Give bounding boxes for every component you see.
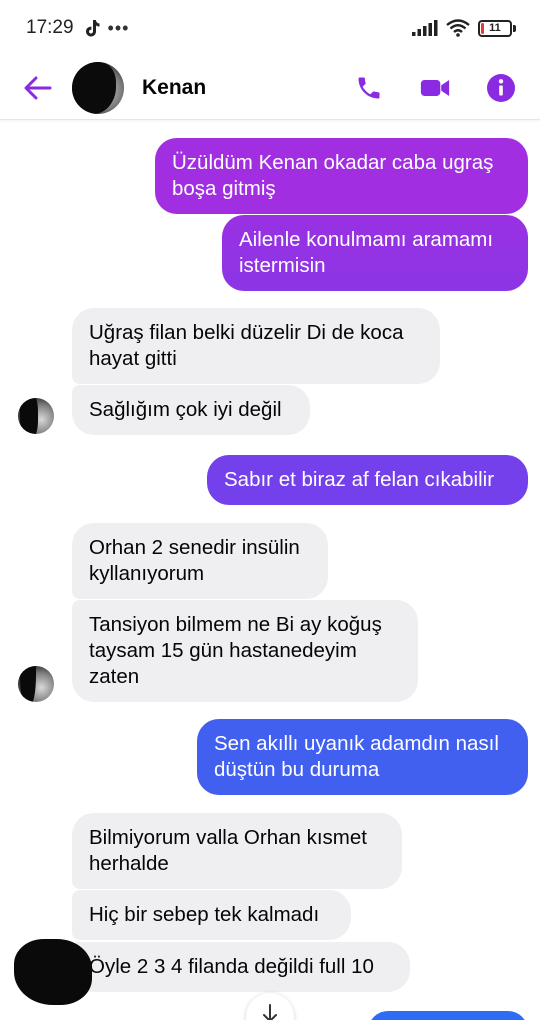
message-text: Öyle 2 3 4 filanda değildi full 10 [89,955,374,978]
message-text: Uğraş filan belki düzelir Di de koca hay… [89,321,404,370]
message-outgoing[interactable]: Üzüldüm Kenan okadar caba ugraş boşa git… [155,138,528,214]
back-button[interactable] [22,72,54,104]
scroll-to-bottom-button[interactable] [246,993,294,1020]
message-outgoing[interactable]: Ailenle konulmamı aramamı istermisin [222,215,528,291]
message-thread[interactable]: Üzüldüm Kenan okadar caba ugraş boşa git… [0,121,540,1020]
message-incoming[interactable]: Bilmiyorum valla Orhan kısmet herhalde [72,813,402,889]
message-text: Bilmiyorum valla Orhan kısmet herhalde [89,826,367,875]
message-text: Hiç bir sebep tek kalmadı [89,903,320,926]
message-text: Ailenle konulmamı aramamı istermisin [239,228,494,277]
battery-fill [481,22,484,34]
video-call-button[interactable] [420,73,450,103]
message-text: Tansiyon bilmem ne Bi ay koğuş taysam 15… [89,613,382,688]
wifi-icon [446,19,470,37]
message-incoming[interactable]: Orhan 2 senedir insülin kyllanıyorum [72,523,328,599]
redaction-scribble [14,939,92,1005]
arrow-down-icon [263,1004,277,1020]
message-incoming[interactable]: Tansiyon bilmem ne Bi ay koğuş taysam 15… [72,600,418,702]
battery-level: 11 [489,22,501,34]
avatar-scribble [20,666,36,702]
signal-icon [412,20,438,36]
message-incoming[interactable]: Öyle 2 3 4 filanda değildi full 10 [72,942,410,992]
avatar-scribble [72,61,116,114]
video-camera-icon [420,79,450,96]
call-button[interactable] [354,73,384,103]
message-text: Sen akıllı uyanık adamdın nasıl düştün b… [214,732,499,781]
contact-avatar-small[interactable] [18,398,54,434]
contact-avatar-small[interactable] [18,666,54,702]
battery-icon: 11 [478,19,516,37]
status-bar: 17:29 ••• 11 [0,0,540,56]
conversation-header: Kenan [0,56,540,120]
tiktok-icon [85,20,100,37]
message-outgoing-partial[interactable] [368,1011,528,1020]
message-text: Sağlığım çok iyi değil [89,398,282,421]
message-incoming[interactable]: Sağlığım çok iyi değil [72,385,310,435]
info-icon [487,73,515,102]
message-text: Üzüldüm Kenan okadar caba ugraş boşa git… [172,151,494,200]
message-outgoing[interactable]: Sabır et biraz af felan cıkabilir [207,455,528,505]
message-incoming[interactable]: Uğraş filan belki düzelir Di de koca hay… [72,308,440,384]
status-right-group: 11 [412,19,516,37]
contact-name[interactable]: Kenan [142,76,206,100]
message-text: Sabır et biraz af felan cıkabilir [224,468,495,491]
avatar-scribble [20,398,38,434]
message-incoming[interactable]: Hiç bir sebep tek kalmadı [72,890,351,940]
phone-icon [358,77,380,98]
info-button[interactable] [486,73,516,103]
contact-avatar[interactable] [72,61,124,114]
header-actions [354,73,516,103]
back-arrow-icon [24,76,52,99]
status-time: 17:29 [26,17,74,38]
message-text: Orhan 2 senedir insülin kyllanıyorum [89,536,300,585]
message-outgoing[interactable]: Sen akıllı uyanık adamdın nasıl düştün b… [197,719,528,795]
status-more-dots: ••• [107,17,130,38]
